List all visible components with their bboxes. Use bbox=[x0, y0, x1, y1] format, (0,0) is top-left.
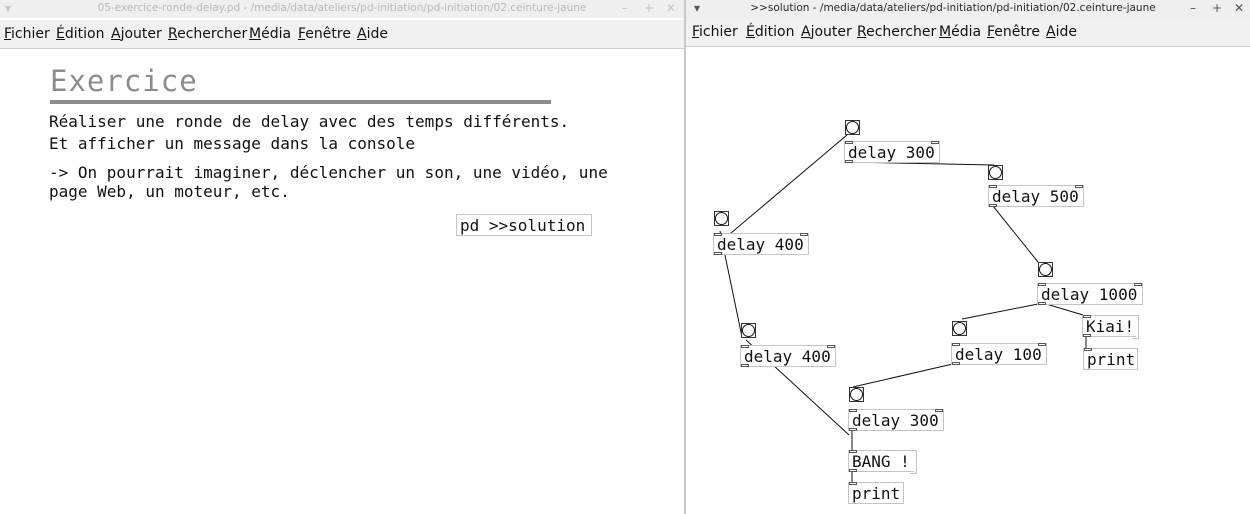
inlet[interactable] bbox=[1038, 283, 1046, 286]
outlet[interactable] bbox=[849, 428, 857, 431]
bang-button[interactable] bbox=[845, 120, 860, 135]
page-title: Exercice bbox=[50, 64, 198, 98]
delay-object[interactable]: delay 1000 bbox=[1037, 283, 1143, 305]
menu-rechercher[interactable]: Rechercher bbox=[168, 26, 247, 42]
comment-line: Réaliser une ronde de delay avec des tem… bbox=[49, 112, 570, 131]
print-object[interactable]: print bbox=[848, 482, 904, 504]
delay-object[interactable]: delay 400 bbox=[713, 233, 809, 255]
print-object[interactable]: print bbox=[1083, 348, 1138, 370]
object-label: delay 500 bbox=[992, 187, 1079, 206]
inlet[interactable] bbox=[741, 345, 749, 348]
delay-object[interactable]: delay 400 bbox=[740, 345, 836, 367]
menu-ajouter[interactable]: Ajouter bbox=[111, 26, 162, 42]
object-label: print bbox=[852, 484, 901, 503]
inlet[interactable] bbox=[952, 343, 960, 346]
inlet[interactable] bbox=[1084, 348, 1092, 351]
maximize-icon[interactable]: + bbox=[644, 1, 654, 15]
object-label: delay 400 bbox=[717, 235, 804, 254]
inlet[interactable] bbox=[849, 409, 857, 412]
message-box[interactable]: BANG ! bbox=[848, 450, 914, 472]
object-label: delay 400 bbox=[744, 347, 831, 366]
object-label: delay 100 bbox=[955, 345, 1042, 364]
comment-line: Et afficher un message dans la console bbox=[49, 134, 416, 153]
patch-window-exercice: ▾ 05-exercice-ronde-delay.pd - /media/da… bbox=[0, 0, 684, 514]
bang-button[interactable] bbox=[1038, 262, 1053, 277]
inlet[interactable] bbox=[714, 233, 722, 236]
close-icon[interactable]: ✕ bbox=[666, 1, 676, 15]
comment-line: -> On pourrait imaginer, déclencher un s… bbox=[49, 163, 608, 182]
object-label: delay 300 bbox=[848, 143, 935, 162]
menu-fenetre[interactable]: Fenêtre bbox=[298, 26, 351, 42]
inlet[interactable] bbox=[827, 345, 835, 348]
message-box[interactable]: Kiai! bbox=[1082, 315, 1136, 337]
outlet[interactable] bbox=[952, 362, 960, 365]
bang-button[interactable] bbox=[714, 211, 729, 226]
object-label: print bbox=[1087, 350, 1136, 369]
minimize-icon[interactable]: – bbox=[622, 1, 628, 15]
wire bbox=[961, 302, 1044, 320]
inlet[interactable] bbox=[1134, 283, 1142, 286]
bang-button[interactable] bbox=[849, 387, 864, 402]
comment-line: page Web, un moteur, etc. bbox=[49, 182, 290, 201]
message-label: Kiai! bbox=[1086, 317, 1135, 336]
wire bbox=[852, 362, 958, 388]
inlet[interactable] bbox=[849, 482, 857, 485]
message-label: BANG ! bbox=[852, 452, 910, 471]
subpatch-solution[interactable]: pd >>solution bbox=[456, 214, 592, 236]
inlet[interactable] bbox=[1038, 343, 1046, 346]
inlet[interactable] bbox=[1075, 185, 1083, 188]
title-bar[interactable]: ▾ 05-exercice-ronde-delay.pd - /media/da… bbox=[0, 0, 684, 18]
delay-object[interactable]: delay 100 bbox=[951, 343, 1047, 365]
bang-button[interactable] bbox=[988, 165, 1003, 180]
menu-media[interactable]: Média bbox=[249, 26, 291, 42]
inlet[interactable] bbox=[845, 141, 853, 144]
inlet[interactable] bbox=[935, 409, 943, 412]
heading-underline bbox=[50, 100, 551, 104]
wire bbox=[992, 205, 1039, 263]
bang-button[interactable] bbox=[952, 321, 967, 336]
menu-edition[interactable]: Édition bbox=[56, 26, 104, 42]
inlet[interactable] bbox=[931, 141, 939, 144]
bang-button[interactable] bbox=[741, 323, 756, 338]
inlet[interactable] bbox=[849, 450, 857, 453]
outlet[interactable] bbox=[1083, 334, 1091, 337]
delay-object[interactable]: delay 300 bbox=[844, 141, 940, 163]
window-title: 05-exercice-ronde-delay.pd - /media/data… bbox=[97, 2, 587, 14]
object-label: delay 1000 bbox=[1041, 285, 1138, 304]
menu-fichier[interactable]: Fichier bbox=[4, 26, 50, 42]
subpatch-label: pd >>solution bbox=[460, 216, 586, 235]
outlet[interactable] bbox=[849, 469, 857, 472]
delay-object[interactable]: delay 500 bbox=[988, 185, 1084, 207]
inlet[interactable] bbox=[800, 233, 808, 236]
menu-aide[interactable]: Aide bbox=[357, 26, 388, 42]
wire bbox=[717, 134, 848, 245]
outlet[interactable] bbox=[741, 364, 749, 367]
menu-bar: Fichier Édition Ajouter Rechercher Média… bbox=[0, 20, 684, 49]
delay-object[interactable]: delay 300 bbox=[848, 409, 944, 431]
patch-connections bbox=[717, 134, 1087, 484]
patch-window-solution: ▾ >>solution - /media/data/ateliers/pd-i… bbox=[686, 0, 1250, 514]
outlet[interactable] bbox=[714, 252, 722, 255]
outlet[interactable] bbox=[1038, 302, 1046, 305]
outlet[interactable] bbox=[845, 160, 853, 163]
inlet[interactable] bbox=[989, 185, 997, 188]
inlet[interactable] bbox=[1083, 315, 1091, 318]
outlet[interactable] bbox=[989, 204, 997, 207]
object-label: delay 300 bbox=[852, 411, 939, 430]
